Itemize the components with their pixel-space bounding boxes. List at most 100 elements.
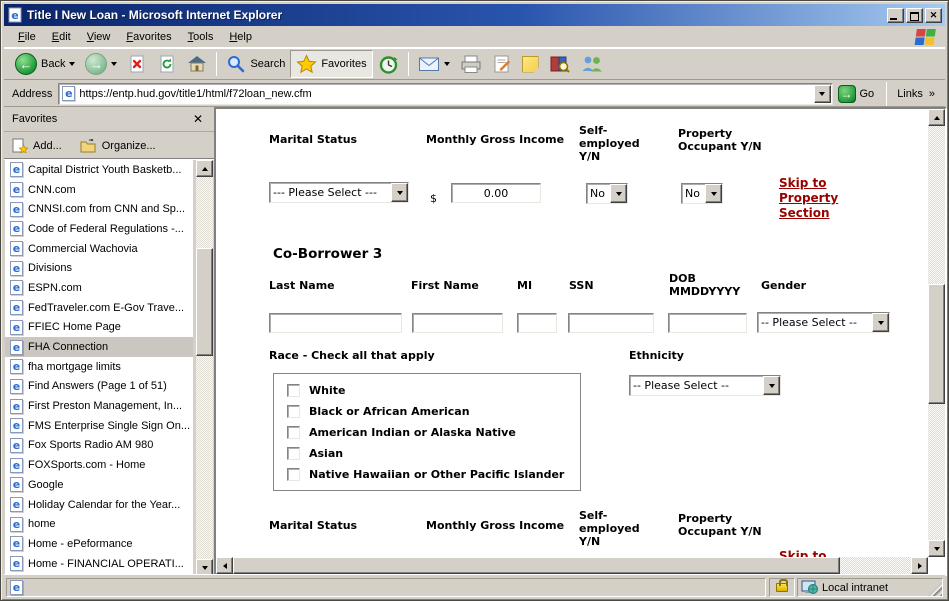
favorite-item[interactable]: ESPN.com	[5, 278, 193, 298]
favorite-item[interactable]: home	[5, 514, 193, 534]
scroll-up-button[interactable]	[196, 160, 213, 177]
organize-favorites-button[interactable]: Organize...	[80, 139, 156, 153]
messenger-button[interactable]	[575, 50, 609, 78]
favorite-item[interactable]: Divisions	[5, 258, 193, 278]
scroll-thumb[interactable]	[233, 557, 840, 574]
favorite-item[interactable]: FOXSports.com - Home	[5, 455, 193, 475]
print-button[interactable]	[455, 50, 487, 78]
go-button[interactable]: → Go	[833, 83, 883, 105]
dropdown-arrow-icon[interactable]	[705, 184, 722, 203]
race-asian-checkbox[interactable]	[287, 447, 300, 460]
skip-to-property-link[interactable]: Skip to Property Section	[779, 176, 859, 221]
forward-dropdown-icon[interactable]	[111, 62, 117, 66]
resize-grip[interactable]	[928, 582, 942, 596]
notes-button[interactable]	[517, 50, 544, 78]
favorite-item[interactable]: Fox Sports Radio AM 980	[5, 436, 193, 456]
dropdown-arrow-icon[interactable]	[872, 313, 889, 332]
race-american-indian-checkbox[interactable]	[287, 426, 300, 439]
back-button[interactable]: ← Back	[10, 50, 80, 78]
self-employed-select[interactable]: No	[586, 183, 628, 204]
scroll-left-button[interactable]	[216, 557, 233, 574]
dropdown-arrow-icon[interactable]	[391, 183, 408, 202]
close-favorites-icon[interactable]: ✕	[190, 112, 206, 127]
menu-edit[interactable]: Edit	[44, 28, 79, 46]
favorite-item[interactable]: Google	[5, 475, 193, 495]
content-horizontal-scrollbar[interactable]	[216, 557, 928, 574]
favorite-item[interactable]: First Preston Management, In...	[5, 396, 193, 416]
favorite-item[interactable]: FedTraveler.com E-Gov Trave...	[5, 298, 193, 318]
scroll-right-button[interactable]	[911, 557, 928, 574]
race-option-label: American Indian or Alaska Native	[309, 426, 516, 439]
scroll-thumb[interactable]	[928, 284, 945, 404]
mi-input[interactable]	[517, 313, 557, 333]
forward-button[interactable]: →	[80, 50, 122, 78]
dob-input[interactable]	[668, 313, 747, 333]
search-button[interactable]: Search	[221, 50, 290, 78]
stop-button[interactable]	[122, 50, 152, 78]
favorite-item[interactable]: Commercial Wachovia	[5, 239, 193, 259]
gender-select[interactable]: -- Please Select --	[757, 312, 890, 333]
favorite-item[interactable]: FFIEC Home Page	[5, 318, 193, 338]
race-hawaiian-checkbox[interactable]	[287, 468, 300, 481]
links-button[interactable]: Links »	[891, 88, 941, 100]
first-name-input[interactable]	[412, 313, 503, 333]
menu-bar: File Edit View Favorites Tools Help	[4, 26, 945, 48]
ssn-label: SSN	[569, 279, 594, 292]
ie-page-icon	[10, 379, 23, 394]
favorite-item[interactable]: Code of Federal Regulations -...	[5, 219, 193, 239]
ssn-input[interactable]	[568, 313, 654, 333]
favorite-item[interactable]: Home - ePeformance	[5, 534, 193, 554]
address-input[interactable]: https://entp.hud.gov/title1/html/f72loan…	[58, 83, 832, 105]
menu-favorites[interactable]: Favorites	[118, 28, 179, 46]
favorite-item[interactable]: CNNSI.com from CNN and Sp...	[5, 199, 193, 219]
go-label: Go	[860, 88, 875, 100]
zone-label: Local intranet	[822, 582, 888, 594]
favorite-item[interactable]: Home - FINANCIAL OPERATI...	[5, 554, 193, 574]
favorites-button[interactable]: Favorites	[290, 50, 372, 78]
ie-page-icon	[10, 300, 23, 315]
ethnicity-select[interactable]: -- Please Select --	[629, 375, 781, 396]
scroll-up-button[interactable]	[928, 109, 945, 126]
scroll-thumb[interactable]	[196, 248, 213, 356]
race-black-checkbox[interactable]	[287, 405, 300, 418]
favorites-scrollbar[interactable]	[196, 160, 213, 576]
back-label: Back	[41, 58, 65, 70]
race-white-checkbox[interactable]	[287, 384, 300, 397]
maximize-button[interactable]	[906, 8, 923, 23]
favorite-item[interactable]: CNN.com	[5, 180, 193, 200]
favorite-item[interactable]: Holiday Calendar for the Year...	[5, 495, 193, 515]
favorite-item[interactable]: FMS Enterprise Single Sign On...	[5, 416, 193, 436]
menu-file[interactable]: File	[10, 28, 44, 46]
mail-button[interactable]	[413, 50, 455, 78]
menu-tools[interactable]: Tools	[180, 28, 222, 46]
scroll-down-button[interactable]	[928, 540, 945, 557]
refresh-button[interactable]	[152, 50, 182, 78]
menu-help[interactable]: Help	[221, 28, 260, 46]
home-button[interactable]	[182, 50, 212, 78]
content-vertical-scrollbar[interactable]	[928, 109, 945, 557]
favorite-item[interactable]: Find Answers (Page 1 of 51)	[5, 377, 193, 397]
address-dropdown-button[interactable]	[814, 85, 831, 103]
property-occupant-select[interactable]: No	[681, 183, 723, 204]
favorite-label: Fox Sports Radio AM 980	[28, 439, 153, 451]
dropdown-arrow-icon[interactable]	[610, 184, 627, 203]
favorite-item[interactable]: Capital District Youth Basketb...	[5, 160, 193, 180]
mail-dropdown-icon[interactable]	[444, 62, 450, 66]
research-button[interactable]	[544, 50, 575, 78]
close-button[interactable]: ✕	[925, 8, 942, 23]
dropdown-arrow-icon[interactable]	[763, 376, 780, 395]
favorite-item-selected[interactable]: FHA Connection	[5, 337, 193, 357]
menu-view[interactable]: View	[79, 28, 119, 46]
history-button[interactable]	[373, 50, 404, 78]
marital-status-select[interactable]: --- Please Select ---	[269, 182, 409, 203]
last-name-input[interactable]	[269, 313, 402, 333]
minimize-button[interactable]	[887, 8, 904, 23]
favorites-toolbar: Add... Organize...	[4, 133, 214, 159]
favorite-item[interactable]: fha mortgage limits	[5, 357, 193, 377]
skip-to-property-link-partial[interactable]: Skip to	[779, 549, 859, 557]
monthly-gross-income-input[interactable]	[451, 183, 541, 203]
add-favorite-button[interactable]: Add...	[12, 138, 62, 153]
favorites-panel: Favorites ✕ Add... Organize... Capital D…	[4, 107, 214, 576]
back-dropdown-icon[interactable]	[69, 62, 75, 66]
edit-button[interactable]	[487, 50, 517, 78]
